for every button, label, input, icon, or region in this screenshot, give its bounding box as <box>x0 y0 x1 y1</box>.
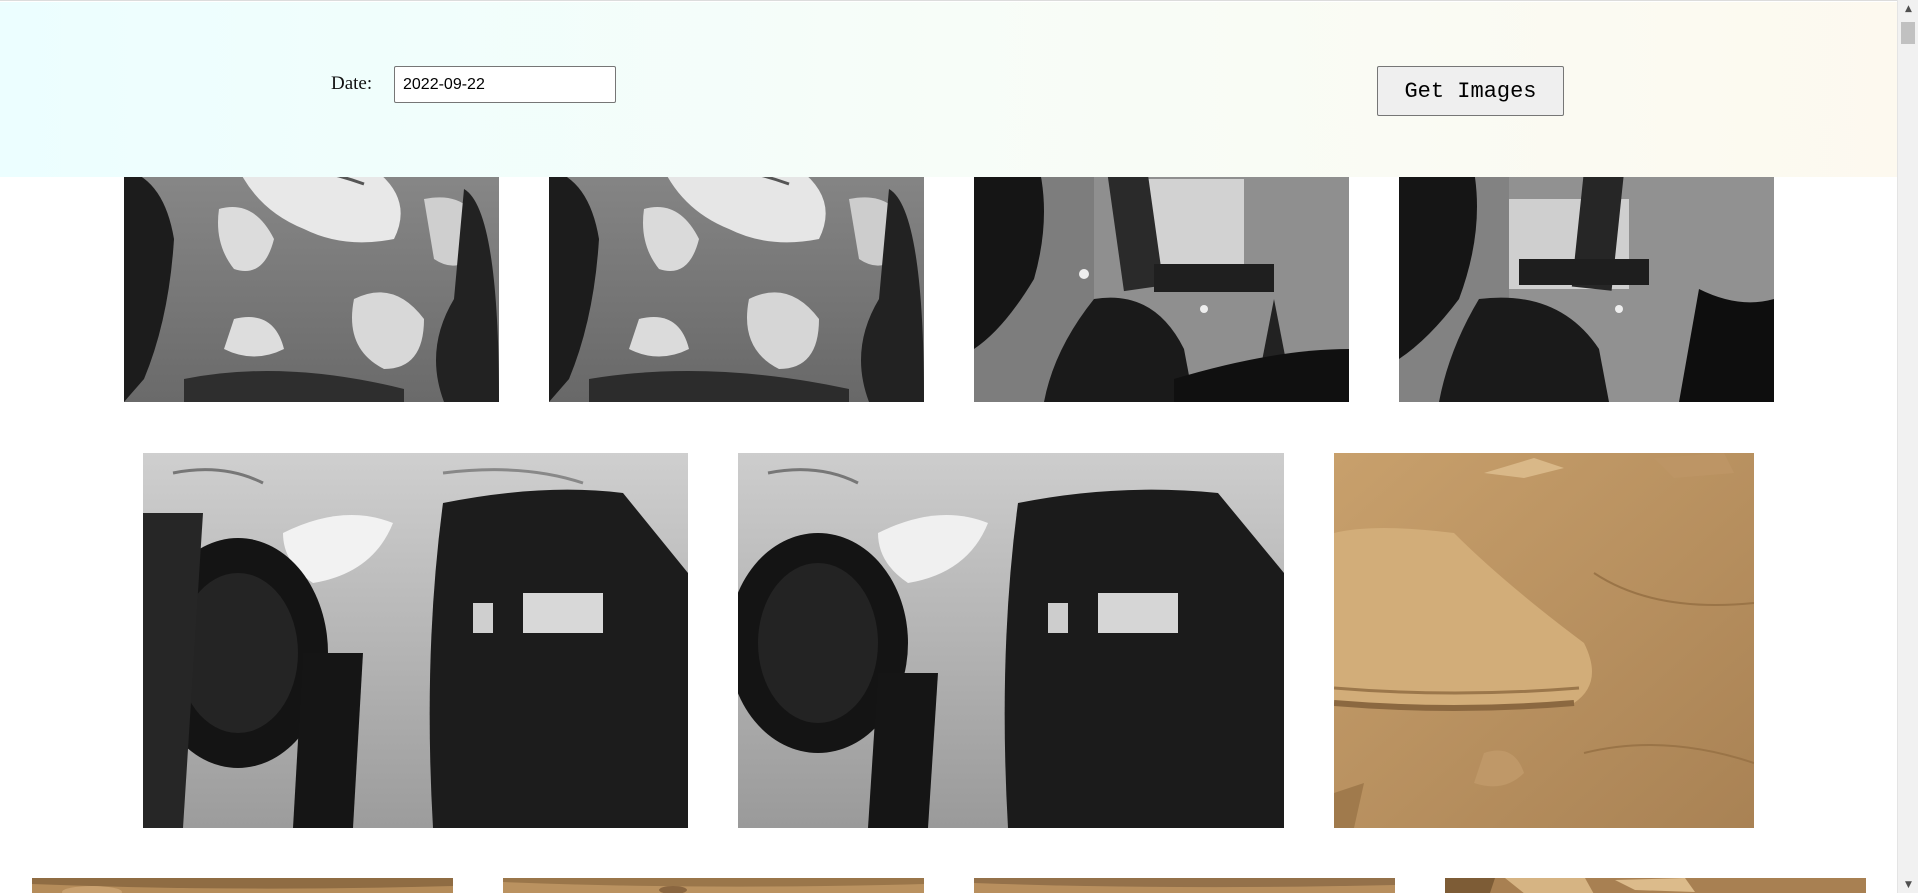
search-header: Date: Get Images <box>0 2 1897 177</box>
rover-photo[interactable] <box>32 878 453 893</box>
vertical-scrollbar[interactable]: ▲ ▼ <box>1897 0 1918 893</box>
rover-photo[interactable] <box>974 149 1349 402</box>
rover-photo[interactable] <box>143 453 688 828</box>
rover-photo[interactable] <box>549 149 924 402</box>
scroll-up-arrow-icon[interactable]: ▲ <box>1898 0 1918 17</box>
rover-photo[interactable] <box>1334 453 1754 828</box>
scroll-down-arrow-icon[interactable]: ▼ <box>1898 876 1918 893</box>
rover-photo[interactable] <box>1445 878 1866 893</box>
date-label: Date: <box>331 73 373 94</box>
scrollbar-thumb[interactable] <box>1901 22 1915 44</box>
rover-photo[interactable] <box>738 453 1284 828</box>
page-viewport: Date: Get Images <box>0 0 1897 893</box>
rover-photo[interactable] <box>503 878 924 893</box>
date-input[interactable] <box>394 66 616 103</box>
get-images-button[interactable]: Get Images <box>1377 66 1564 116</box>
rover-photo[interactable] <box>1399 149 1774 402</box>
rover-photo[interactable] <box>974 878 1395 893</box>
rover-photo[interactable] <box>124 149 499 402</box>
